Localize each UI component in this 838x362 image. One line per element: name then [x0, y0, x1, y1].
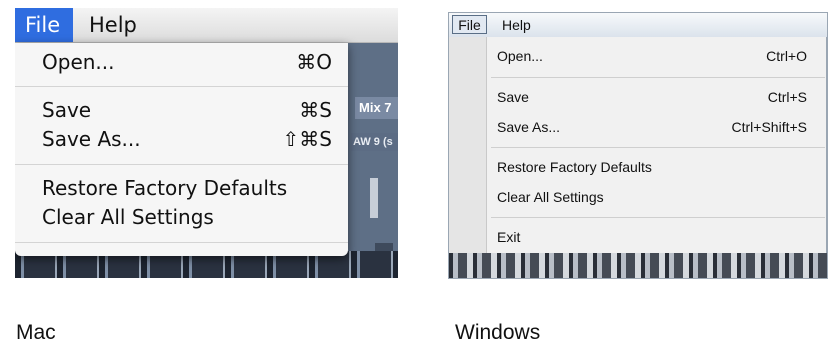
windows-menu-help[interactable]: Help [502, 13, 531, 37]
menu-separator [491, 217, 825, 218]
menu-item-save[interactable]: Save ⌘S [15, 96, 348, 124]
menu-item-save[interactable]: Save Ctrl+S [487, 83, 827, 111]
menu-separator [491, 147, 825, 148]
menu-item-open[interactable]: Open... Ctrl+O [487, 42, 827, 70]
channel-strip-row [449, 253, 827, 278]
menu-item-shortcut: Ctrl+Shift+S [731, 119, 807, 135]
menu-item-open[interactable]: Open... ⌘O [15, 48, 348, 76]
menu-item-label: Open... [497, 48, 543, 64]
menu-item-label: Restore Factory Defaults [497, 159, 652, 175]
menu-item-save-as[interactable]: Save As... Ctrl+Shift+S [487, 113, 827, 141]
mac-menu-help[interactable]: Help [89, 8, 137, 42]
menu-item-shortcut: Ctrl+O [766, 48, 807, 64]
menu-item-label: Open... [42, 50, 115, 74]
menu-item-clear-settings[interactable]: Clear All Settings [15, 203, 348, 231]
menu-item-restore-defaults[interactable]: Restore Factory Defaults [487, 153, 827, 181]
mix-channel-label: Mix 7 [355, 97, 398, 119]
menu-item-label: Exit [497, 229, 521, 245]
mac-menu-file[interactable]: File [15, 8, 73, 42]
menu-item-shortcut: ⇧⌘S [282, 127, 332, 151]
menu-item-label: Save As... [497, 119, 561, 135]
menu-separator [15, 164, 348, 165]
menu-item-label: Save [497, 89, 529, 105]
mac-menubar: File Help [15, 8, 398, 43]
menu-item-label: Save As... [42, 127, 141, 151]
menu-separator [15, 86, 348, 87]
menu-item-restore-defaults[interactable]: Restore Factory Defaults [15, 174, 348, 202]
caption-mac: Mac [16, 321, 56, 344]
mac-file-menu: Open... ⌘O Save ⌘S Save As... ⇧⌘S Restor… [15, 43, 348, 256]
windows-menu-file[interactable]: File [452, 15, 487, 34]
menu-icon-gutter [449, 37, 487, 253]
windows-menubar: File Help [449, 13, 827, 38]
menu-separator [491, 77, 825, 78]
windows-screenshot: File Help Open... Ctrl+O Save Ctrl+S Sav… [448, 12, 828, 279]
menu-item-save-as[interactable]: Save As... ⇧⌘S [15, 125, 348, 153]
menu-item-exit[interactable]: Exit [487, 223, 827, 251]
menu-item-shortcut: ⌘S [299, 98, 332, 122]
mac-screenshot: File Help Mix 7 AW 9 (s Open... ⌘O Save … [15, 8, 398, 278]
menu-item-label: Restore Factory Defaults [42, 176, 288, 200]
fader-handle [370, 178, 378, 218]
menu-item-shortcut: ⌘O [296, 50, 332, 74]
menu-item-label: Clear All Settings [42, 205, 214, 229]
channel-name-label: AW 9 (s [351, 133, 398, 151]
menu-separator [15, 242, 348, 243]
caption-windows: Windows [455, 321, 541, 344]
menu-item-label: Clear All Settings [497, 189, 604, 205]
menu-item-clear-settings[interactable]: Clear All Settings [487, 183, 827, 211]
windows-file-menu: Open... Ctrl+O Save Ctrl+S Save As... Ct… [449, 37, 827, 253]
menu-item-label: Save [42, 98, 92, 122]
menu-item-shortcut: Ctrl+S [767, 89, 807, 105]
